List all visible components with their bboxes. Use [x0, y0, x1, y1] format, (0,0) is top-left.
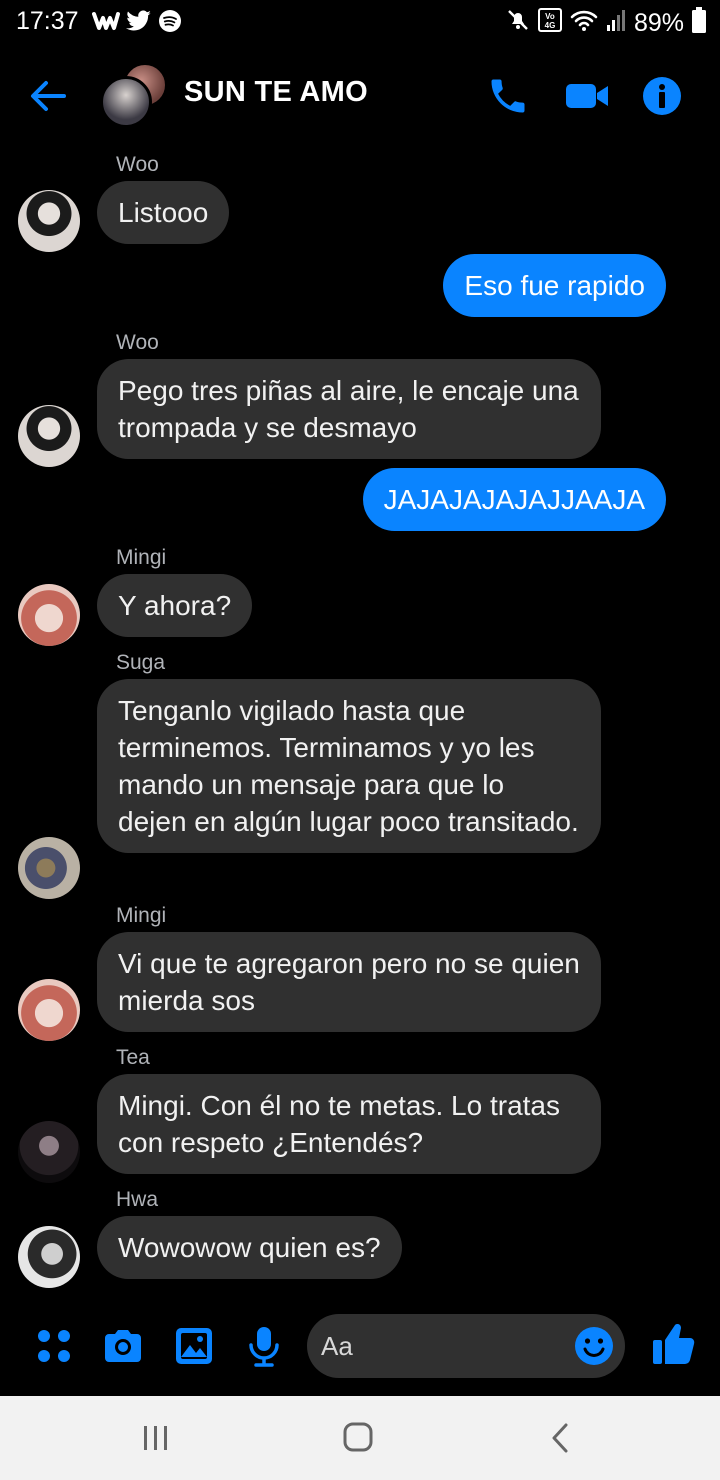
incoming-message-bubble[interactable]: Tenganlo vigilado hasta que terminemos. … [97, 679, 601, 853]
avatar[interactable] [18, 1121, 80, 1183]
message-composer [0, 1300, 720, 1396]
recents-button[interactable] [134, 1420, 178, 1456]
svg-text:4G: 4G [545, 21, 556, 30]
more-actions-button[interactable] [32, 1324, 76, 1368]
thumbs-up-icon [653, 1324, 695, 1364]
home-icon [343, 1422, 373, 1452]
like-button[interactable] [650, 1320, 698, 1368]
chevron-left-icon [552, 1423, 568, 1453]
signal-icon [606, 8, 626, 39]
status-time: 17:37 [16, 7, 79, 35]
outgoing-message-bubble[interactable]: JAJAJAJAJAJJAAJA [362, 468, 666, 531]
incoming-message-bubble[interactable]: Pego tres piñas al aire, le encaje una t… [97, 359, 601, 459]
arrow-left-icon [31, 81, 66, 111]
avatar[interactable] [18, 1226, 80, 1288]
incoming-message-bubble[interactable]: Wowowow quien es? [97, 1216, 402, 1279]
battery-icon [692, 7, 706, 40]
twitter-icon [126, 10, 152, 37]
battery-percent: 89% [633, 9, 684, 37]
sender-name: Mingi [116, 546, 167, 569]
recents-icon [144, 1426, 167, 1450]
avatar[interactable] [18, 405, 80, 467]
outgoing-message-bubble[interactable]: Eso fue rapido [443, 254, 666, 317]
camera-icon [105, 1330, 141, 1362]
microphone-icon [249, 1327, 279, 1367]
home-button[interactable] [336, 1420, 380, 1456]
sender-name: Suga [116, 651, 166, 674]
conversation-title[interactable]: SUN TE AMO [184, 76, 368, 109]
volte-icon: Vo 4G [537, 8, 562, 39]
wifi-icon [570, 8, 598, 39]
mute-icon [506, 8, 530, 39]
group-avatar-member [100, 76, 152, 128]
wattpad-icon [92, 10, 120, 37]
avatar[interactable] [18, 979, 80, 1041]
sender-name: Woo [116, 331, 159, 354]
voice-clip-button[interactable] [242, 1324, 286, 1368]
incoming-message-bubble[interactable]: Listooo [97, 181, 230, 244]
system-navigation-bar [0, 1396, 720, 1480]
sender-name: Woo [116, 153, 159, 176]
avatar[interactable] [18, 837, 80, 899]
phone-icon [491, 79, 525, 113]
avatar[interactable] [18, 190, 80, 252]
message-input-container [307, 1314, 625, 1378]
incoming-message-bubble[interactable]: Vi que te agregaron pero no se quien mie… [97, 932, 601, 1032]
incoming-message-bubble[interactable]: Y ahora? [97, 574, 253, 637]
smiley-icon [575, 1327, 613, 1365]
conversation-header: SUN TE AMO [0, 44, 720, 148]
incoming-message-bubble[interactable]: Mingi. Con él no te metas. Lo tratas con… [97, 1074, 601, 1174]
back-button[interactable] [26, 74, 70, 118]
image-icon [176, 1328, 212, 1364]
four-dots-icon [38, 1330, 70, 1362]
voice-call-button[interactable] [486, 74, 530, 118]
status-bar: 17:37 Vo 4G 89% [0, 0, 720, 44]
spotify-icon [158, 9, 182, 38]
system-back-button[interactable] [538, 1420, 582, 1456]
conversation-info-button[interactable] [640, 74, 684, 118]
group-avatar[interactable] [100, 62, 170, 132]
gallery-button[interactable] [172, 1324, 216, 1368]
video-camera-icon [566, 84, 608, 108]
emoji-button[interactable] [573, 1325, 615, 1367]
video-call-button[interactable] [564, 74, 608, 118]
message-list[interactable]: Woo Listooo Eso fue rapido Woo Pego tres… [0, 148, 720, 1298]
svg-text:Vo: Vo [545, 12, 555, 21]
sender-name: Hwa [116, 1188, 159, 1211]
sender-name: Mingi [116, 904, 167, 927]
info-icon [643, 77, 681, 115]
avatar[interactable] [18, 584, 80, 646]
message-input[interactable] [321, 1314, 571, 1378]
camera-button[interactable] [101, 1324, 145, 1368]
sender-name: Tea [116, 1046, 150, 1069]
